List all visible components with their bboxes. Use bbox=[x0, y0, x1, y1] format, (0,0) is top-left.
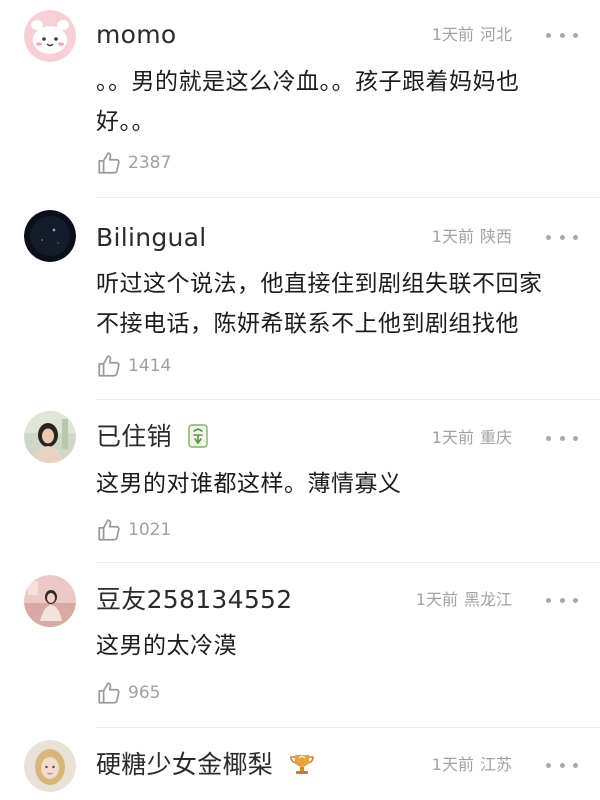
thumbs-up-icon bbox=[98, 682, 120, 704]
comment-text-line: 好。。 bbox=[96, 109, 155, 135]
comment-meta: 1天前 江苏 bbox=[432, 755, 512, 775]
comment-text-line: 这男的太冷漠 bbox=[96, 633, 237, 659]
more-options-icon[interactable] bbox=[546, 428, 578, 448]
username-text: Bilingual bbox=[96, 223, 207, 252]
like-button[interactable]: 965 bbox=[96, 679, 160, 707]
comment-text: 。。男的就是这么冷血。。孩子跟着妈妈也 好。。 bbox=[96, 62, 574, 142]
comment-text: 这男的太冷漠 bbox=[96, 626, 574, 666]
comment-text-line: 不接电话，陈妍希联系不上他到剧组找他 bbox=[96, 311, 519, 337]
night-sky-photo-icon bbox=[24, 210, 76, 262]
like-count: 1021 bbox=[128, 520, 172, 540]
comment-location: 江苏 bbox=[479, 755, 512, 774]
comment-text: 这男的对谁都这样。薄情寡义 bbox=[96, 464, 574, 504]
thumbs-up-icon bbox=[98, 355, 120, 377]
comment-meta: 1天前 黑龙江 bbox=[416, 590, 512, 610]
comment-location: 陕西 bbox=[479, 227, 512, 246]
avatar[interactable] bbox=[24, 575, 76, 627]
comment-item: momo 1天前 河北 。。男的就是这么冷血。。孩子跟着妈妈也 好。。 2387 bbox=[0, 0, 600, 197]
comment-time: 1天前 bbox=[415, 590, 458, 609]
golden-trophy-icon bbox=[289, 752, 315, 783]
username-text: momo bbox=[96, 20, 177, 49]
username[interactable]: 已住销 bbox=[96, 422, 208, 455]
username-text: 已住销 bbox=[96, 422, 172, 451]
comment-text-line: 。。男的就是这么冷血。。孩子跟着妈妈也 bbox=[96, 69, 520, 95]
comment-text-line: 听过这个说法，他直接住到剧组失联不回家 bbox=[96, 271, 543, 297]
pink-cartoon-face-icon bbox=[24, 10, 76, 62]
avatar[interactable] bbox=[24, 411, 76, 463]
like-count: 965 bbox=[128, 683, 161, 703]
mahjong-tile-icon bbox=[188, 424, 208, 455]
like-button[interactable]: 1021 bbox=[96, 516, 171, 544]
username-text: 豆友258134552 bbox=[96, 585, 293, 614]
comment-location: 黑龙江 bbox=[463, 590, 512, 609]
comment-time: 1天前 bbox=[431, 227, 474, 246]
comment-item: 硬糖少女金椰梨 1天前 江苏 bbox=[0, 728, 600, 800]
comment-location: 重庆 bbox=[479, 428, 512, 447]
avatar[interactable] bbox=[24, 10, 76, 62]
like-button[interactable]: 1414 bbox=[96, 352, 171, 380]
username-text: 硬糖少女金椰梨 bbox=[96, 750, 274, 779]
thumbs-up-icon bbox=[98, 152, 120, 174]
username[interactable]: 豆友258134552 bbox=[96, 585, 292, 615]
comment-location: 河北 bbox=[479, 25, 512, 44]
comment-text-line: 这男的对谁都这样。薄情寡义 bbox=[96, 471, 402, 497]
avatar[interactable] bbox=[24, 740, 76, 792]
blonde-girl-photo-icon bbox=[24, 740, 76, 792]
username[interactable]: Bilingual bbox=[96, 223, 207, 253]
comment-time: 1天前 bbox=[431, 428, 474, 447]
comment-item: 已住销 1天前 重庆 这男的对谁都这样。薄情寡义 1021 bbox=[0, 400, 600, 561]
comment-time: 1天前 bbox=[431, 755, 474, 774]
comment-feed: momo 1天前河北 。。男的就是这么冷血。。孩子跟着妈妈也 好。。 2387 bbox=[0, 0, 600, 800]
comment-time: 1天前 bbox=[431, 25, 474, 44]
like-button[interactable]: 2387 bbox=[96, 149, 171, 177]
pink-room-photo-icon bbox=[24, 575, 76, 627]
comment-meta: 1天前 重庆 bbox=[432, 428, 512, 448]
comment-meta: 1天前 陕西 bbox=[432, 227, 512, 247]
comment-item: 豆友258134552 1天前 黑龙江 这男的太冷漠 965 bbox=[0, 563, 600, 726]
thumbs-up-icon bbox=[98, 519, 120, 541]
comment-text: 听过这个说法，他直接住到剧组失联不回家 不接电话，陈妍希联系不上他到剧组找他 bbox=[96, 264, 574, 344]
comment-item: Bilingual 1天前 陕西 听过这个说法，他直接住到剧组失联不回家 不接电话… bbox=[0, 198, 600, 399]
more-options-icon[interactable] bbox=[546, 25, 578, 45]
username[interactable]: momo bbox=[96, 20, 177, 50]
girl-photo-icon bbox=[24, 411, 76, 463]
more-options-icon[interactable] bbox=[546, 227, 578, 247]
comment-meta: 1天前 河北 bbox=[432, 25, 512, 45]
like-count: 1414 bbox=[128, 356, 172, 376]
more-options-icon[interactable] bbox=[546, 755, 578, 775]
like-count: 2387 bbox=[128, 153, 172, 173]
more-options-icon[interactable] bbox=[546, 590, 578, 610]
username[interactable]: 硬糖少女金椰梨 bbox=[96, 750, 315, 783]
avatar[interactable] bbox=[24, 210, 76, 262]
